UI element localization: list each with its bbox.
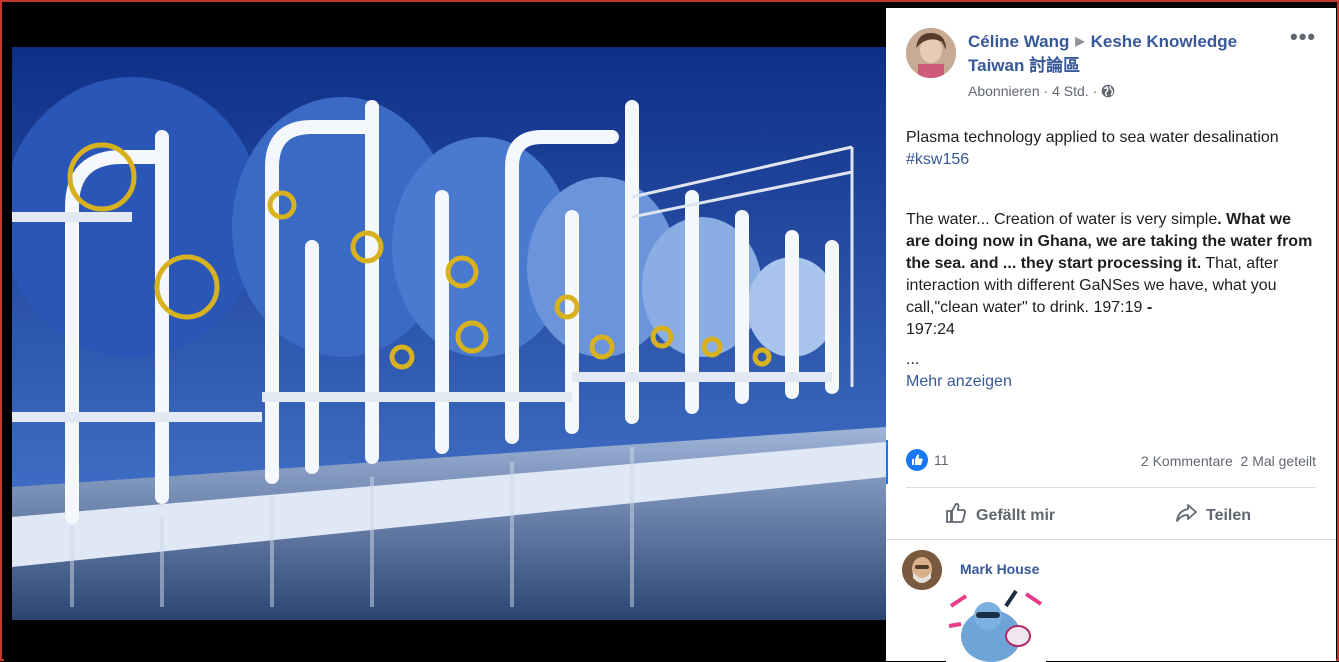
post-body-part1: The water... Creation of water is very s…: [906, 211, 1218, 228]
photo-viewer[interactable]: [4, 4, 886, 661]
commenter-name[interactable]: Mark House: [960, 561, 1039, 577]
thumbs-up-icon: [946, 503, 966, 523]
reactions-bar: 11 2 Kommentare 2 Mal geteilt: [906, 448, 1316, 472]
caret-right-icon: ▶: [1075, 34, 1085, 48]
post-stats: 2 Kommentare 2 Mal geteilt: [1141, 453, 1316, 469]
divider: [906, 487, 1316, 488]
post-ellipsis: ...: [906, 351, 920, 368]
follow-link[interactable]: Abonnieren: [968, 83, 1040, 99]
post-body: Plasma technology applied to sea water d…: [906, 127, 1318, 393]
globe-icon: [1101, 84, 1115, 101]
comments-section: Mark House: [886, 539, 1336, 662]
focus-accent: [886, 440, 888, 484]
post-panel: Céline Wang ▶ Keshe Knowledge Taiwan 討論區 •…: [886, 8, 1336, 662]
like-button-label: Gefällt mir: [976, 507, 1056, 524]
like-button[interactable]: Gefällt mir: [944, 501, 1055, 529]
post-meta: Abonnieren · 4 Std. ·: [968, 83, 1115, 101]
post-body-dash: -: [1142, 299, 1153, 316]
like-count[interactable]: 11: [934, 452, 949, 468]
hashtag-link[interactable]: #ksw156: [906, 151, 969, 168]
author-name[interactable]: Céline Wang: [968, 32, 1069, 51]
post-photo[interactable]: [12, 47, 886, 620]
desalination-plant-image: [12, 47, 886, 620]
see-more-link[interactable]: Mehr anzeigen: [906, 371, 1318, 393]
post-header: Céline Wang ▶ Keshe Knowledge Taiwan 討論區: [968, 29, 1268, 78]
share-button[interactable]: Teilen: [1174, 501, 1251, 529]
more-options-icon[interactable]: •••: [1290, 24, 1316, 50]
author-avatar[interactable]: [906, 28, 956, 78]
sticker-image: [946, 586, 1046, 662]
post-headline: Plasma technology applied to sea water d…: [906, 129, 1279, 146]
post-time[interactable]: 4 Std.: [1052, 83, 1089, 99]
screenshot-frame: Céline Wang ▶ Keshe Knowledge Taiwan 討論區 •…: [0, 0, 1339, 662]
author-avatar-image: [906, 28, 956, 78]
share-arrow-icon: [1176, 504, 1197, 522]
meta-separator: ·: [1043, 83, 1049, 99]
comments-count[interactable]: 2 Kommentare: [1141, 453, 1233, 469]
shares-count[interactable]: 2 Mal geteilt: [1241, 453, 1316, 469]
commenter-avatar-image: [902, 550, 942, 590]
commenter-avatar[interactable]: [902, 550, 942, 590]
meta-separator: ·: [1092, 83, 1098, 99]
post-body-part3: 197:24: [906, 321, 955, 338]
share-button-label: Teilen: [1206, 507, 1252, 524]
comment-sticker: [946, 586, 1046, 662]
like-reaction-icon[interactable]: [906, 449, 928, 471]
